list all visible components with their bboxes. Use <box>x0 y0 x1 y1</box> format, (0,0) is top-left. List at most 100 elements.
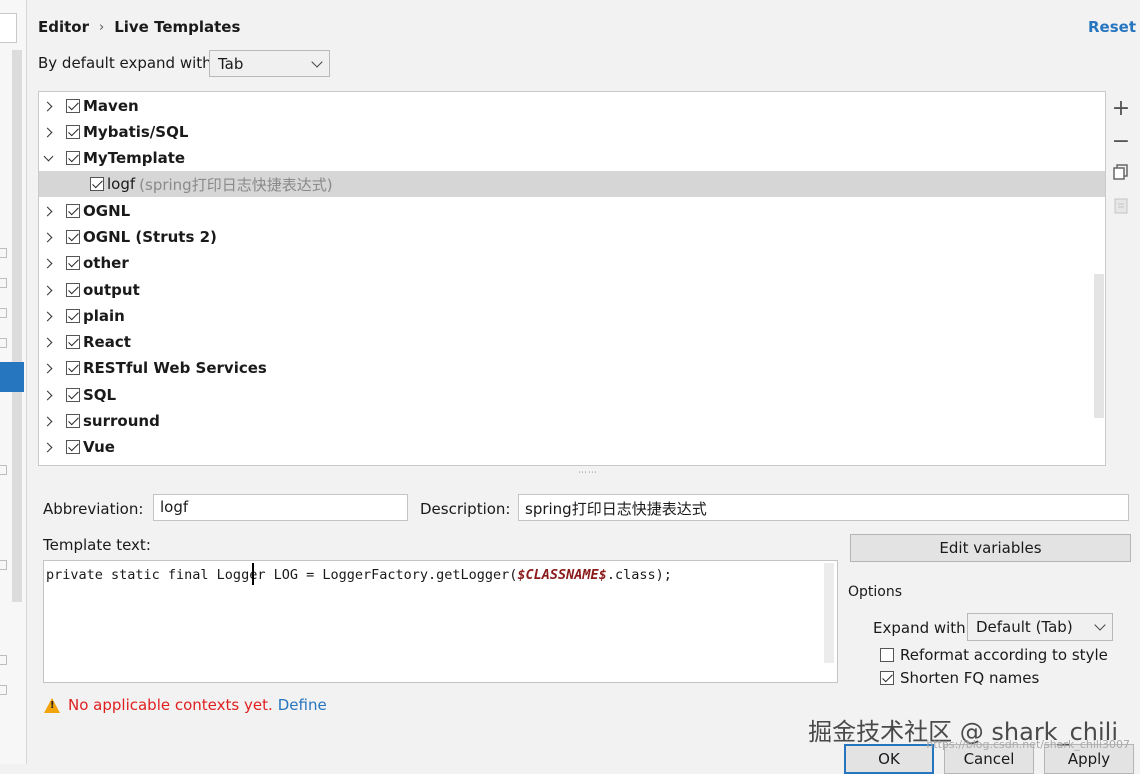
group-checkbox[interactable] <box>66 309 80 323</box>
add-icon[interactable]: + <box>1108 95 1134 121</box>
tree-group-restful[interactable]: RESTful Web Services <box>39 355 1105 381</box>
reformat-label: Reformat according to style <box>900 646 1108 664</box>
group-label: output <box>83 281 140 299</box>
chevron-right-icon[interactable] <box>42 442 53 452</box>
group-label: OGNL (Struts 2) <box>83 228 217 246</box>
text-caret <box>252 563 254 585</box>
chevron-down-icon[interactable] <box>43 151 54 161</box>
chevron-right-icon[interactable] <box>42 311 53 321</box>
group-label: Vue <box>83 438 115 456</box>
group-checkbox[interactable] <box>66 361 80 375</box>
tree-scrollbar[interactable] <box>1094 274 1104 418</box>
chevron-right-icon[interactable] <box>42 337 53 347</box>
item-description: (spring打印日志快捷表达式) <box>139 175 333 194</box>
editor-scrollbar[interactable] <box>824 563 834 663</box>
group-label: plain <box>83 307 125 325</box>
tree-group-ognl[interactable]: OGNL <box>39 198 1105 224</box>
abbreviation-label: Abbreviation: <box>43 500 144 518</box>
group-label: OGNL <box>83 202 131 220</box>
context-warning: No applicable contexts yet. Define <box>44 696 327 714</box>
define-link[interactable]: Define <box>278 696 327 714</box>
template-variable: $CLASSNAME$ <box>517 567 607 583</box>
group-checkbox[interactable] <box>66 388 80 402</box>
reformat-checkbox[interactable] <box>880 648 894 662</box>
tree-group-mybatis-sql[interactable]: Mybatis/SQL <box>39 119 1105 145</box>
shorten-checkbox[interactable] <box>880 671 894 685</box>
group-checkbox[interactable] <box>66 335 80 349</box>
splitter-handle[interactable]: ⋯⋯ <box>578 468 598 478</box>
expand-with-select[interactable]: Default (Tab) <box>967 613 1113 641</box>
chevron-right-icon[interactable] <box>42 363 53 373</box>
tree-group-output[interactable]: output <box>39 277 1105 303</box>
chevron-right-icon[interactable] <box>42 127 53 137</box>
group-checkbox[interactable] <box>66 256 80 270</box>
breadcrumb: Editor › Live Templates <box>38 18 240 36</box>
group-checkbox[interactable] <box>66 283 80 297</box>
default-expand-value: Tab <box>218 54 244 73</box>
description-field[interactable]: spring打印日志快捷表达式 <box>518 494 1129 521</box>
reset-link[interactable]: Reset <box>1088 18 1136 36</box>
group-checkbox[interactable] <box>66 230 80 244</box>
breadcrumb-editor[interactable]: Editor <box>38 18 89 36</box>
chevron-right-icon[interactable] <box>42 232 53 242</box>
shorten-label: Shorten FQ names <box>900 669 1040 687</box>
group-checkbox[interactable] <box>66 204 80 218</box>
tree-group-surround[interactable]: surround <box>39 408 1105 434</box>
warning-icon <box>44 697 60 713</box>
group-checkbox[interactable] <box>66 414 80 428</box>
chevron-right-icon[interactable] <box>42 206 53 216</box>
ok-button[interactable]: OK <box>844 744 934 774</box>
chevron-right-icon[interactable] <box>42 101 53 111</box>
sidebar-selected-item[interactable] <box>0 362 24 392</box>
sidebar-item-icon <box>0 685 7 695</box>
copy-icon[interactable] <box>1108 159 1134 185</box>
chevron-right-icon[interactable] <box>42 390 53 400</box>
sidebar-scrollbar[interactable] <box>12 50 22 602</box>
chevron-right-icon[interactable] <box>42 258 53 268</box>
options-title: Options <box>848 584 903 600</box>
restore-icon[interactable] <box>1108 193 1134 219</box>
tree-group-react[interactable]: React <box>39 329 1105 355</box>
chevron-right-icon[interactable] <box>42 285 53 295</box>
group-checkbox[interactable] <box>66 99 80 113</box>
reformat-option[interactable]: Reformat according to style <box>880 646 1108 664</box>
item-abbreviation: logf <box>107 175 136 193</box>
group-checkbox[interactable] <box>66 151 80 165</box>
description-label: Description: <box>420 500 511 518</box>
template-code-tail: .class); <box>606 567 672 583</box>
template-text-editor[interactable]: private static final Logger LOG = Logger… <box>43 560 838 683</box>
tree-item-logf[interactable]: logf (spring打印日志快捷表达式) <box>39 171 1105 197</box>
sidebar-item-icon <box>0 465 7 475</box>
chevron-right-icon[interactable] <box>42 416 53 426</box>
remove-icon[interactable]: − <box>1108 128 1134 154</box>
tree-group-maven[interactable]: Maven <box>39 93 1105 119</box>
template-text-label: Template text: <box>43 536 151 554</box>
edit-variables-button[interactable]: Edit variables <box>850 534 1131 562</box>
breadcrumb-separator: › <box>99 19 105 35</box>
settings-search-input[interactable] <box>0 13 17 43</box>
tree-group-vue[interactable]: Vue <box>39 434 1105 460</box>
item-checkbox[interactable] <box>90 177 104 191</box>
tree-group-mytemplate[interactable]: MyTemplate <box>39 145 1105 171</box>
group-label: RESTful Web Services <box>83 359 267 377</box>
sidebar-item-icon <box>0 278 7 288</box>
group-label: SQL <box>83 386 117 404</box>
sidebar-item-icon <box>0 560 7 570</box>
tree-group-plain[interactable]: plain <box>39 303 1105 329</box>
group-checkbox[interactable] <box>66 125 80 139</box>
abbreviation-field[interactable]: logf <box>153 494 408 521</box>
sidebar-item-icon <box>0 338 7 348</box>
tree-group-ognl-struts[interactable]: OGNL (Struts 2) <box>39 224 1105 250</box>
default-expand-select[interactable]: Tab <box>209 50 330 77</box>
group-label: other <box>83 254 129 272</box>
expand-with-value: Default (Tab) <box>976 618 1073 636</box>
expand-with-label: Expand with <box>873 619 966 637</box>
tree-group-other[interactable]: other <box>39 250 1105 276</box>
chevron-down-icon <box>311 55 323 68</box>
sidebar-item-icon <box>0 308 7 318</box>
watermark-url: https://blog.csdn.net/shark_chili3007 <box>926 738 1130 751</box>
shorten-option[interactable]: Shorten FQ names <box>880 669 1039 687</box>
tree-group-sql[interactable]: SQL <box>39 382 1105 408</box>
chevron-down-icon <box>1094 619 1106 631</box>
group-checkbox[interactable] <box>66 440 80 454</box>
